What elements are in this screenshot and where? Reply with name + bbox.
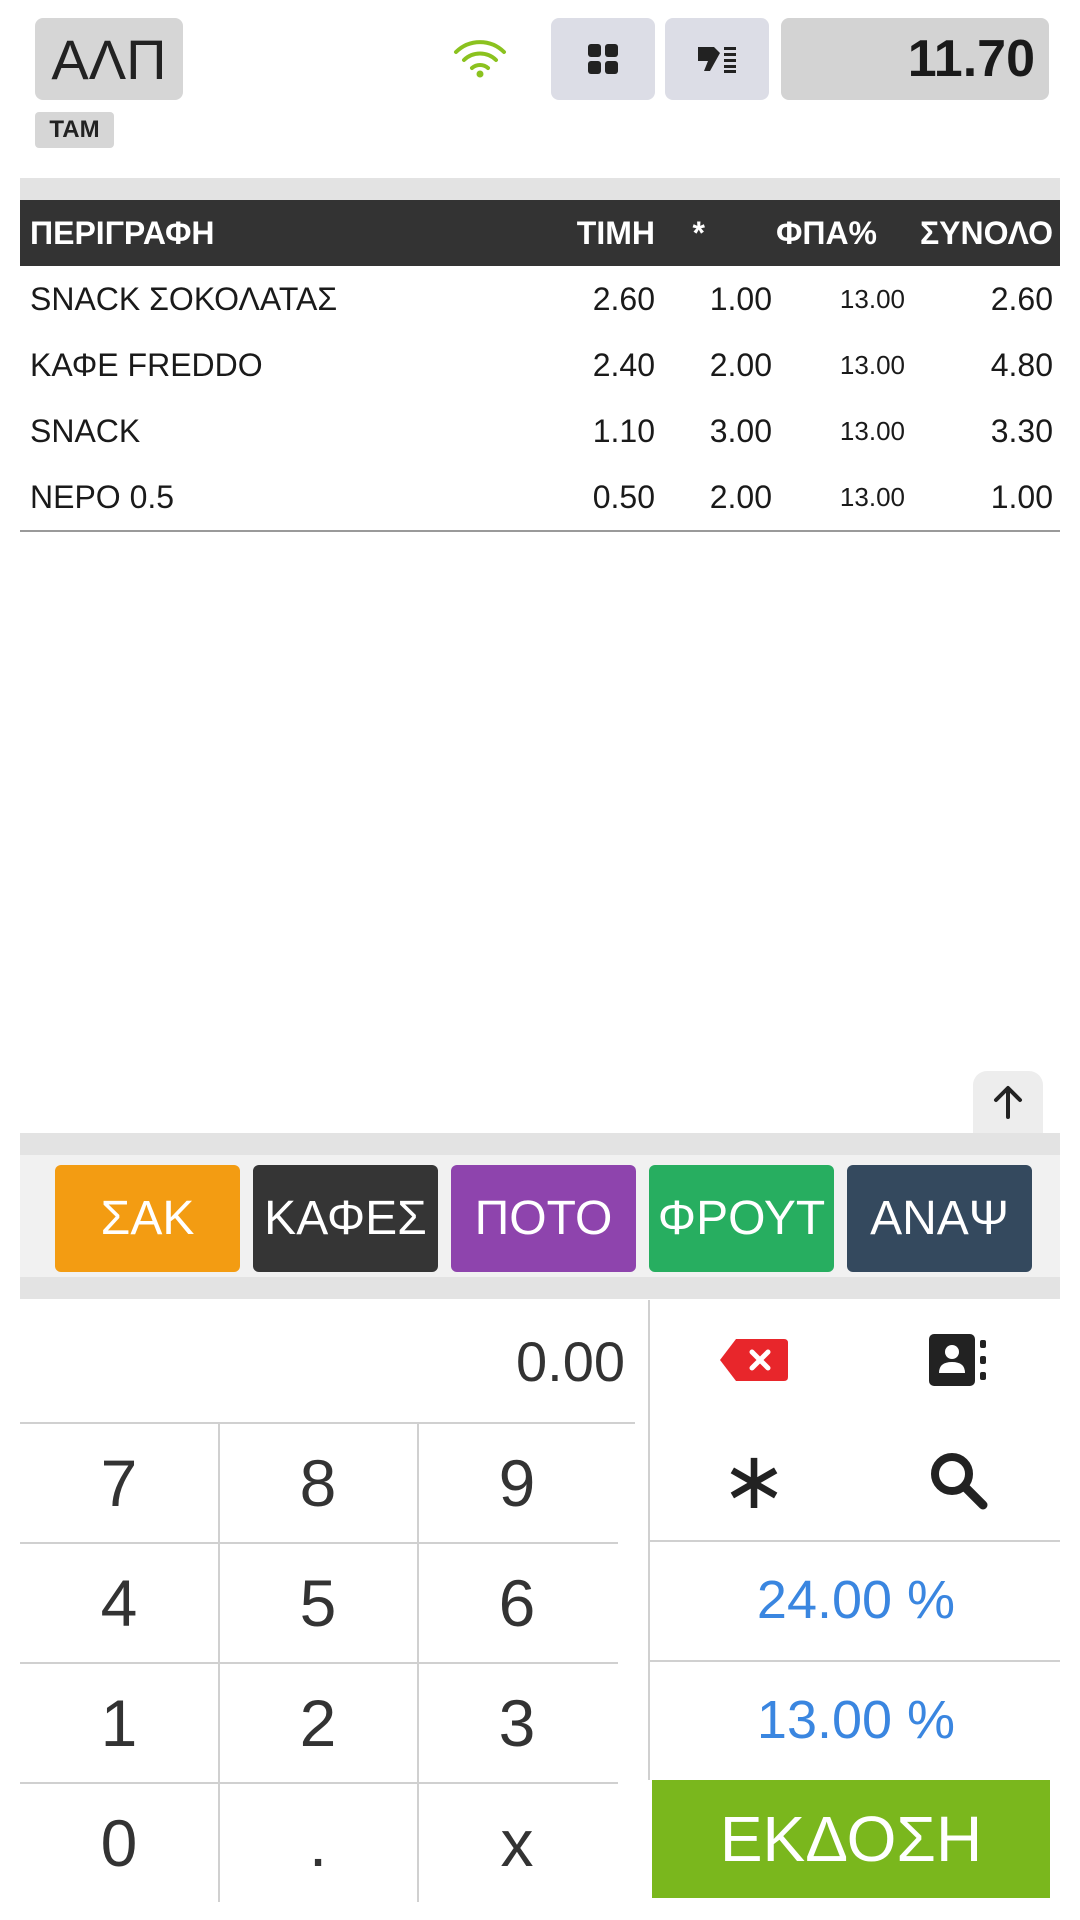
item-total: 1.00 bbox=[990, 479, 1053, 515]
key-4[interactable]: 4 bbox=[20, 1543, 218, 1663]
table-row[interactable]: ΝΕΡΟ 0.5 0.50 2.00 13.00 1.00 bbox=[20, 464, 1060, 532]
key-8[interactable]: 8 bbox=[219, 1423, 417, 1543]
item-vat: 13.00 bbox=[839, 284, 905, 314]
item-quantity: 1.00 bbox=[709, 281, 772, 317]
key-1[interactable]: 1 bbox=[20, 1663, 218, 1783]
category-button[interactable]: ΦΡΟΥΤ bbox=[649, 1165, 834, 1272]
vat-24-button[interactable]: 24.00 % bbox=[652, 1540, 1060, 1660]
item-quantity: 2.00 bbox=[709, 347, 772, 383]
table-row[interactable]: SNACK 1.10 3.00 13.00 3.30 bbox=[20, 398, 1060, 466]
customer-button[interactable] bbox=[856, 1300, 1060, 1420]
item-vat: 13.00 bbox=[839, 416, 905, 446]
item-price: 2.60 bbox=[592, 281, 655, 317]
header-description: ΠΕΡΙΓΡΑΦΗ bbox=[30, 215, 215, 251]
arrow-up-icon bbox=[994, 1086, 1022, 1119]
item-quantity: 3.00 bbox=[709, 413, 772, 449]
backspace-button[interactable] bbox=[652, 1300, 856, 1420]
grid-view-button[interactable] bbox=[551, 18, 655, 100]
wifi-icon bbox=[454, 40, 506, 78]
table-row[interactable]: SNACK ΣΟΚΟΛΑΤΑΣ 2.60 1.00 13.00 2.60 bbox=[20, 266, 1060, 334]
table-row[interactable]: ΚΑΦΕ FREDDO 2.40 2.00 13.00 4.80 bbox=[20, 332, 1060, 400]
item-total: 4.80 bbox=[990, 347, 1053, 383]
amount-display: 0.00 bbox=[516, 1329, 625, 1393]
table-header: ΠΕΡΙΓΡΑΦΗ ΤΙΜΗ * ΦΠΑ% ΣΥΝΟΛΟ bbox=[20, 200, 1060, 266]
header-total: ΣΥΝΟΛΟ bbox=[919, 215, 1053, 251]
key-6[interactable]: 6 bbox=[418, 1543, 616, 1663]
key-2[interactable]: 2 bbox=[219, 1663, 417, 1783]
contact-book-icon bbox=[929, 1334, 986, 1386]
vat-13-button[interactable]: 13.00 % bbox=[652, 1660, 1060, 1780]
tag-list-button[interactable] bbox=[665, 18, 769, 100]
key-times[interactable]: x bbox=[418, 1783, 616, 1903]
multiply-button[interactable]: ∗ bbox=[652, 1420, 856, 1540]
table-top-strip bbox=[20, 178, 1060, 200]
item-total: 3.30 bbox=[990, 413, 1053, 449]
category-button[interactable]: ΚΑΦΕΣ bbox=[253, 1165, 438, 1272]
backspace-icon bbox=[720, 1339, 788, 1381]
category-button[interactable]: ΣΑΚ bbox=[55, 1165, 240, 1272]
category-button[interactable]: ΠΟΤΟ bbox=[451, 1165, 636, 1272]
tag-list-icon bbox=[698, 47, 736, 73]
item-description: SNACK ΣΟΚΟΛΑΤΑΣ bbox=[30, 281, 338, 317]
header-quantity: * bbox=[692, 215, 705, 251]
item-price: 0.50 bbox=[592, 479, 655, 515]
category-button[interactable]: ΑΝΑΨ bbox=[847, 1165, 1032, 1272]
header-price: ΤΙΜΗ bbox=[576, 215, 655, 251]
item-price: 1.10 bbox=[592, 413, 655, 449]
search-icon bbox=[931, 1453, 988, 1510]
search-button[interactable] bbox=[856, 1420, 1060, 1540]
multiply-icon: ∗ bbox=[720, 1435, 788, 1525]
mode-badge[interactable]: ΑΛΠ bbox=[35, 18, 183, 100]
receipt-total: 11.70 bbox=[781, 18, 1049, 100]
issue-receipt-button[interactable]: ΕΚΔΟΣΗ bbox=[652, 1780, 1050, 1898]
grid-icon bbox=[588, 44, 618, 74]
item-price: 2.40 bbox=[592, 347, 655, 383]
key-9[interactable]: 9 bbox=[418, 1423, 616, 1543]
item-vat: 13.00 bbox=[839, 350, 905, 380]
key-0[interactable]: 0 bbox=[20, 1783, 218, 1903]
header-vat: ΦΠΑ% bbox=[776, 215, 877, 251]
item-quantity: 2.00 bbox=[709, 479, 772, 515]
item-total: 2.60 bbox=[990, 281, 1053, 317]
item-description: ΚΑΦΕ FREDDO bbox=[30, 347, 263, 383]
key-3[interactable]: 3 bbox=[418, 1663, 616, 1783]
key-decimal[interactable]: . bbox=[219, 1783, 417, 1903]
key-7[interactable]: 7 bbox=[20, 1423, 218, 1543]
register-badge: ΤΑΜ bbox=[35, 112, 114, 148]
item-description: SNACK bbox=[30, 413, 141, 449]
item-vat: 13.00 bbox=[839, 482, 905, 512]
item-description: ΝΕΡΟ 0.5 bbox=[30, 479, 175, 515]
key-5[interactable]: 5 bbox=[219, 1543, 417, 1663]
scroll-up-button[interactable] bbox=[973, 1071, 1043, 1133]
